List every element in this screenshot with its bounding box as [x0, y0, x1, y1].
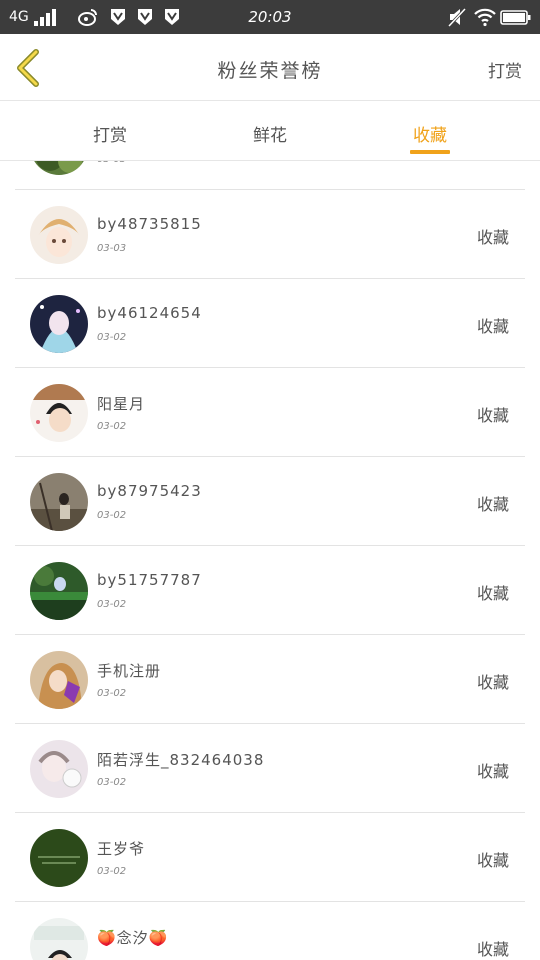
favorite-label[interactable]: 收藏 — [477, 402, 509, 426]
avatar — [30, 740, 88, 798]
avatar — [30, 384, 88, 442]
list-item[interactable]: 🍑念汐🍑 收藏 — [15, 902, 525, 960]
title-bar: 粉丝荣誉榜 打赏 — [0, 34, 540, 101]
list-item[interactable]: by51757787 03-02 收藏 — [15, 546, 525, 635]
list-item-name: 陌若浮生_832464038 — [97, 751, 265, 769]
list-item-name: by51757787 — [97, 571, 202, 589]
list-item[interactable]: 阳星月 03-02 收藏 — [15, 368, 525, 457]
list-item-name: 阳星月 — [97, 395, 146, 413]
list-item[interactable]: by87975423 03-02 收藏 — [15, 457, 525, 546]
list-item-date: 03-02 — [97, 866, 127, 877]
list-item[interactable]: 手机注册 03-02 收藏 — [15, 635, 525, 724]
list-item-name: 王岁爷 — [97, 840, 146, 858]
avatar — [30, 161, 88, 175]
favorite-label[interactable]: 收藏 — [477, 491, 509, 515]
tab-bar: 打赏 鲜花 收藏 — [0, 101, 540, 161]
list-item-name: by48735815 — [97, 215, 202, 233]
list-item-date: 03-02 — [97, 421, 127, 432]
favorite-label[interactable]: 收藏 — [477, 936, 509, 960]
list-item-date: 03-02 — [97, 332, 127, 343]
avatar — [30, 295, 88, 353]
favorite-label[interactable]: 收藏 — [477, 847, 509, 871]
battery-icon — [500, 10, 531, 25]
favorite-label[interactable]: 收藏 — [477, 313, 509, 337]
avatar — [30, 206, 88, 264]
page-title: 粉丝荣誉榜 — [217, 60, 323, 82]
favorite-label[interactable]: 收藏 — [477, 669, 509, 693]
avatar — [30, 473, 88, 531]
list-item-date: 03-03 — [97, 161, 126, 165]
favorite-label[interactable]: 收藏 — [477, 758, 509, 782]
list-item-name: by46124654 — [97, 304, 202, 322]
avatar — [30, 562, 88, 620]
list-item-name: 手机注册 — [97, 662, 162, 680]
list-item-date: 03-02 — [97, 688, 127, 699]
fan-list[interactable]: 03-03 by48735815 03-03 收藏 by46124654 03-… — [0, 161, 540, 960]
tab-flowers[interactable]: 鲜花 — [230, 121, 310, 146]
list-item[interactable]: 陌若浮生_832464038 03-02 收藏 — [15, 724, 525, 813]
active-tab-indicator — [410, 150, 450, 154]
list-item[interactable]: 王岁爷 03-02 收藏 — [15, 813, 525, 902]
list-item-date: 03-02 — [97, 599, 127, 610]
favorite-label[interactable]: 收藏 — [477, 580, 509, 604]
mute-icon — [448, 7, 466, 27]
list-item-date: 03-03 — [97, 243, 127, 254]
status-bar: 4G 20:03 — [0, 0, 540, 34]
list-item[interactable]: by48735815 03-03 收藏 — [15, 190, 525, 279]
list-item[interactable]: by46124654 03-02 收藏 — [15, 279, 525, 368]
avatar — [30, 829, 88, 887]
tab-reward[interactable]: 打赏 — [70, 121, 150, 146]
wifi-icon — [474, 8, 496, 27]
reward-button[interactable]: 打赏 — [488, 57, 522, 82]
list-item-name: 🍑念汐🍑 — [97, 929, 169, 947]
list-item-name: by87975423 — [97, 482, 202, 500]
list-item-date: 03-02 — [97, 510, 127, 521]
list-item-date: 03-02 — [97, 777, 127, 788]
avatar — [30, 651, 88, 709]
favorite-label[interactable]: 收藏 — [477, 224, 509, 248]
tab-favorites[interactable]: 收藏 — [390, 121, 470, 146]
list-item[interactable]: 03-03 — [15, 161, 525, 190]
avatar — [30, 918, 88, 960]
